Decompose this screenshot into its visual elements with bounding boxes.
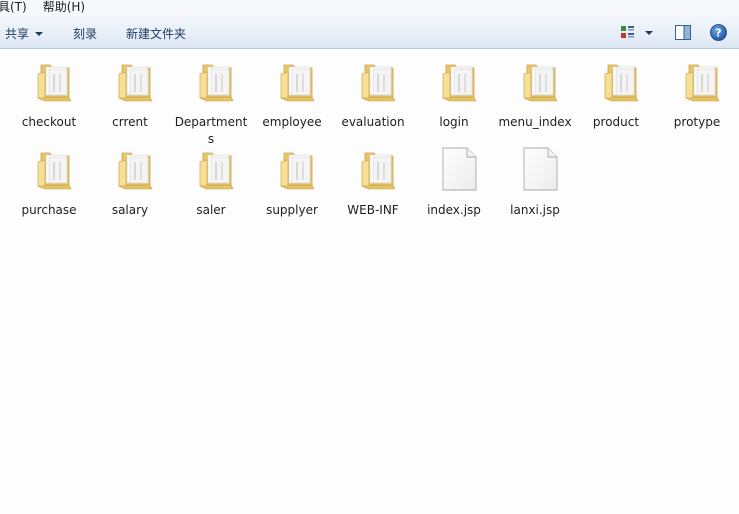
item-label: salary: [111, 203, 149, 217]
menu-bar: 具(T) 帮助(H): [0, 0, 739, 16]
folder-icon: [598, 57, 646, 105]
command-bar: 共享 刻录 新建文件夹 ?: [0, 16, 739, 49]
item-label: protype: [673, 115, 721, 129]
folder-icon: [31, 57, 79, 105]
folder-icon: [436, 57, 484, 105]
folder-item[interactable]: evaluation: [336, 57, 410, 147]
folder-item[interactable]: crrent: [93, 57, 167, 147]
menu-help[interactable]: 帮助(H): [43, 0, 93, 16]
item-label: product: [592, 115, 640, 129]
item-label: checkout: [21, 115, 77, 129]
folder-item[interactable]: product: [579, 57, 653, 147]
item-label: Departments: [174, 115, 248, 146]
item-label: index.jsp: [427, 203, 481, 217]
folder-item[interactable]: protype: [660, 57, 734, 147]
folder-icon: [679, 57, 727, 105]
folder-item[interactable]: employee: [255, 57, 329, 147]
item-label: login: [439, 115, 469, 129]
file-list-view[interactable]: checkout crrent Departments employee evaluat…: [0, 49, 739, 514]
folder-icon: [112, 145, 160, 193]
folder-icon: [112, 57, 160, 105]
folder-item[interactable]: salary: [93, 145, 167, 235]
folder-icon: [193, 145, 241, 193]
folder-item[interactable]: Departments: [174, 57, 248, 147]
folder-item[interactable]: supplyer: [255, 145, 329, 235]
view-options-dropdown-icon[interactable]: [645, 31, 653, 35]
file-item[interactable]: lanxi.jsp: [498, 145, 572, 235]
item-label: WEB-INF: [347, 203, 399, 217]
item-label: employee: [262, 115, 322, 129]
folder-item[interactable]: purchase: [12, 145, 86, 235]
item-label: lanxi.jsp: [510, 203, 560, 217]
change-view-icon[interactable]: [620, 25, 635, 40]
help-icon[interactable]: ?: [710, 24, 727, 41]
folder-icon: [274, 145, 322, 193]
item-label: supplyer: [266, 203, 318, 217]
item-label: menu_index: [498, 115, 572, 129]
item-label: saler: [196, 203, 226, 217]
folder-item[interactable]: saler: [174, 145, 248, 235]
document-icon: [516, 145, 564, 193]
svg-text:?: ?: [715, 27, 721, 40]
item-label: crrent: [112, 115, 148, 129]
folder-item[interactable]: login: [417, 57, 491, 147]
folder-icon: [355, 57, 403, 105]
item-label: evaluation: [341, 115, 405, 129]
menu-tools[interactable]: 具(T): [0, 0, 35, 16]
new-folder-button[interactable]: 新建文件夹: [126, 25, 186, 42]
chevron-down-icon: [35, 32, 44, 36]
folder-item[interactable]: WEB-INF: [336, 145, 410, 235]
folder-icon: [274, 57, 322, 105]
folder-item[interactable]: checkout: [12, 57, 86, 147]
burn-button[interactable]: 刻录: [73, 25, 97, 42]
share-button-label: 共享: [5, 27, 30, 41]
share-button[interactable]: 共享: [5, 25, 44, 42]
item-label: purchase: [21, 203, 77, 217]
folder-icon: [193, 57, 241, 105]
folder-icon: [31, 145, 79, 193]
document-icon: [435, 145, 483, 193]
folder-icon: [517, 57, 565, 105]
folder-item[interactable]: menu_index: [498, 57, 572, 147]
folder-icon: [355, 145, 403, 193]
preview-pane-icon[interactable]: [675, 25, 691, 40]
file-item[interactable]: index.jsp: [417, 145, 491, 235]
